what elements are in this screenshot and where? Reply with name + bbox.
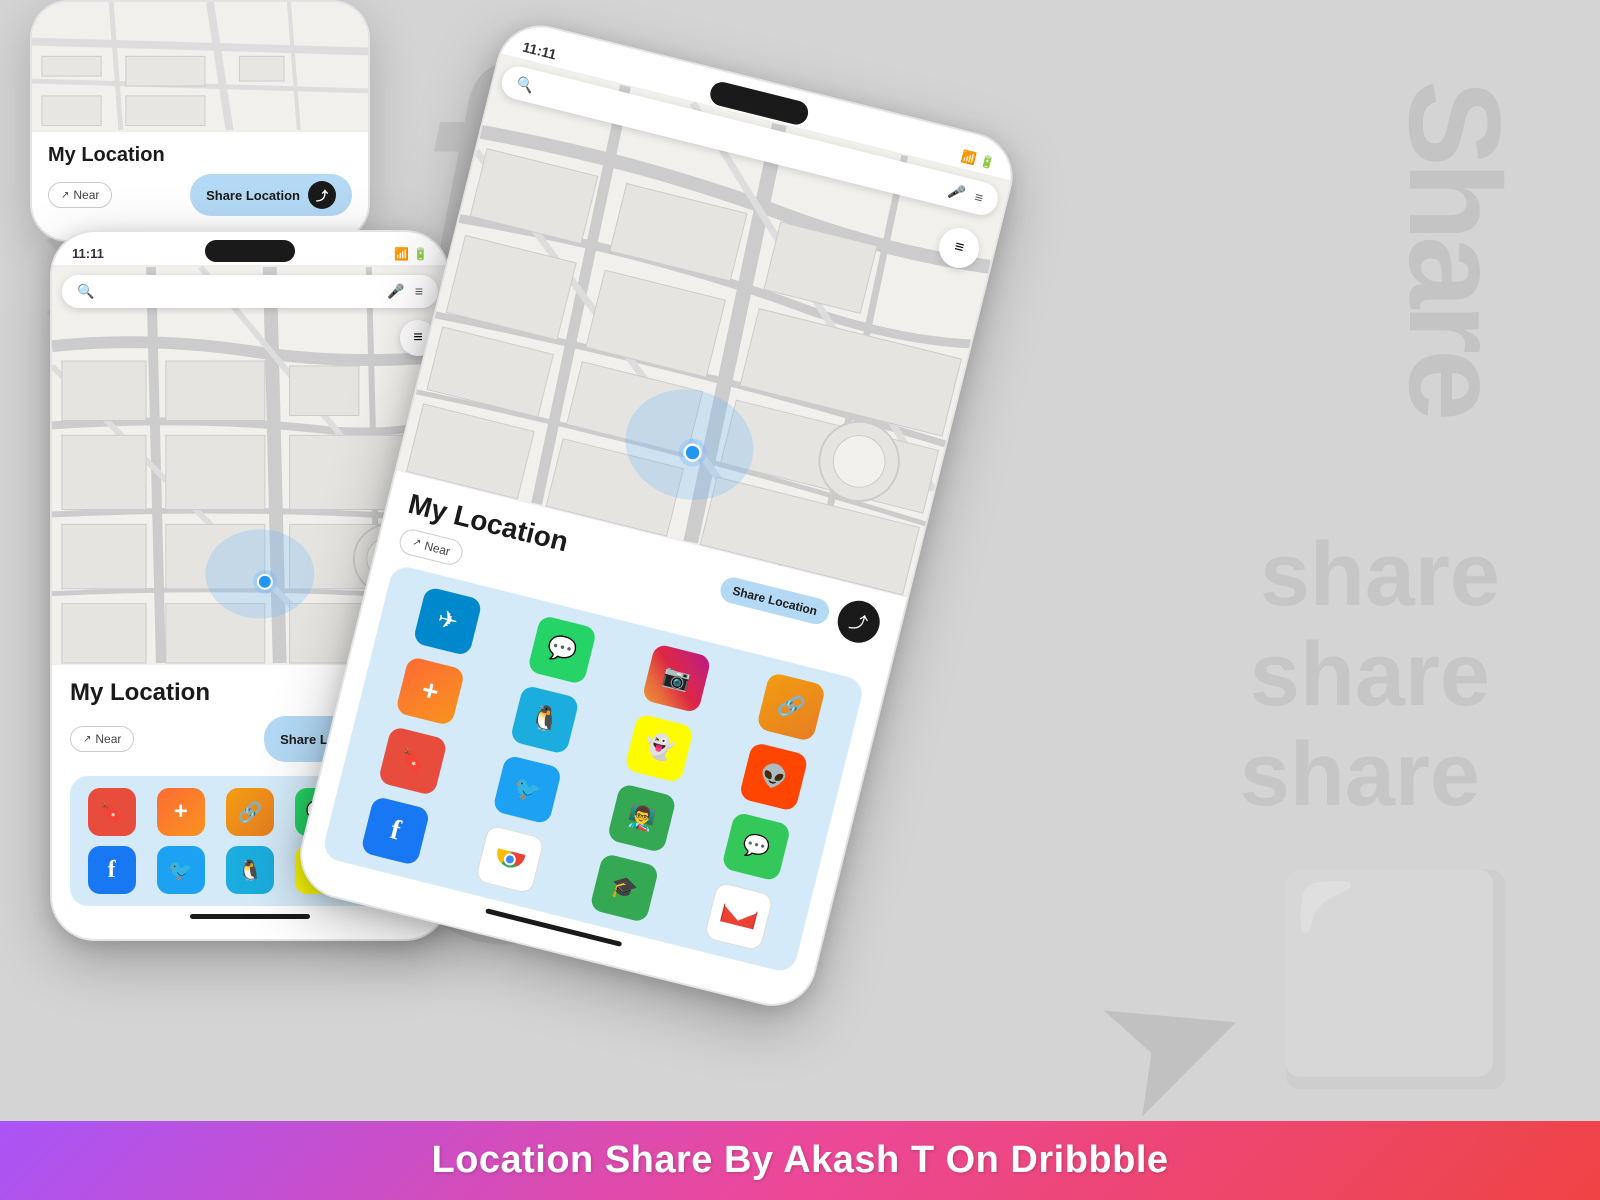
wm-share4: share: [1240, 730, 1480, 820]
near-button-small[interactable]: ↗ Near: [48, 182, 112, 208]
app-large-link[interactable]: 🔗: [756, 672, 826, 742]
wm-share2: share: [1260, 530, 1500, 620]
app-large-gmail[interactable]: [704, 881, 774, 951]
status-icons-large: 📶 🔋: [960, 149, 996, 171]
app-large-facebook[interactable]: f: [360, 796, 430, 866]
wm-arrow-bottom: ➤: [1083, 942, 1264, 1138]
my-location-title-small: My Location: [48, 144, 352, 166]
near-arrow-icon-med: ↗: [83, 734, 91, 745]
search-bar-medium[interactable]: 🔍 🎤 ≡: [62, 275, 438, 308]
battery-icon-large: 🔋: [978, 154, 996, 171]
share-location-btn-small[interactable]: Share Location ⤴: [190, 174, 352, 216]
wifi-icon-large: 📶: [960, 149, 978, 166]
mic-icon-large: 🎤: [946, 182, 967, 203]
app-large-instagram[interactable]: 📷: [642, 643, 712, 713]
app-large-bookmark[interactable]: 🔖: [378, 726, 448, 796]
app-large-messages[interactable]: 💬: [721, 811, 791, 881]
app-add[interactable]: +: [157, 788, 205, 836]
app-large-add[interactable]: +: [395, 656, 465, 726]
status-icons-medium: 📶 🔋: [394, 247, 428, 261]
app-link[interactable]: 🔗: [226, 788, 274, 836]
share-location-btn-large[interactable]: Share Location: [718, 575, 832, 627]
wifi-icon-medium: 📶: [394, 247, 409, 261]
near-button-medium[interactable]: ↗ Near: [70, 726, 134, 752]
app-large-telegram[interactable]: ✈: [413, 586, 483, 656]
map-area-small: [32, 2, 368, 132]
map-svg-small: [32, 2, 368, 130]
battery-icon-medium: 🔋: [413, 247, 428, 261]
menu-icon-large: ≡: [973, 188, 985, 206]
status-time-medium: 11:11: [72, 246, 104, 261]
app-large-classroom2[interactable]: 🎓: [589, 853, 659, 923]
phone-small-top: My Location ↗ Near Share Location ⤴: [30, 0, 370, 242]
app-twitter[interactable]: 🐦: [157, 846, 205, 894]
dynamic-island-medium: [205, 240, 295, 262]
footer-bar: Location Share By Akash T On Dribbble: [0, 1121, 1600, 1200]
share-icon-circle-small: ⤴: [308, 181, 336, 209]
status-time-large: 11:11: [521, 39, 558, 63]
app-large-snapchat[interactable]: 👻: [624, 713, 694, 783]
near-label-large: Near: [423, 539, 452, 559]
chrome-svg: [491, 840, 530, 879]
app-large-whatsapp[interactable]: 💬: [527, 614, 597, 684]
gmail-svg: [719, 900, 758, 933]
near-button-large[interactable]: ↗ Near: [397, 527, 466, 568]
mic-icon-medium: 🎤: [387, 283, 404, 300]
near-arrow-icon-large: ↗: [411, 537, 422, 550]
wm-share3: share: [1250, 630, 1490, 720]
share-icon-circle-large[interactable]: ⤴: [833, 596, 884, 647]
home-indicator-medium: [190, 914, 310, 919]
phone-large: 11:11 📶 🔋 🔍 🎤 ≡: [291, 16, 1022, 1015]
hamburger-icon-medium: ≡: [413, 329, 422, 347]
footer-text: Location Share By Akash T On Dribbble: [40, 1139, 1560, 1182]
search-icon-large: 🔍: [515, 74, 536, 95]
share-label-large: Share Location: [731, 584, 818, 619]
near-arrow-icon-small: ↗: [61, 190, 69, 201]
app-facebook[interactable]: f: [88, 846, 136, 894]
bottom-panel-small: My Location ↗ Near Share Location ⤴: [32, 132, 368, 240]
app-large-reddit[interactable]: 👽: [739, 741, 809, 811]
wm-share-vertical: Share: [1390, 80, 1520, 416]
near-label-small: Near: [73, 188, 99, 202]
hamburger-icon-large: ≡: [952, 238, 965, 258]
wm-instagram: ⬜: [1271, 880, 1520, 1080]
app-large-classroom[interactable]: 👨‍🏫: [607, 783, 677, 853]
app-bookmark[interactable]: 🔖: [88, 788, 136, 836]
search-icon-medium: 🔍: [77, 283, 94, 300]
app-large-qq[interactable]: 🐧: [510, 684, 580, 754]
share-label-small: Share Location: [206, 188, 300, 203]
app-large-twitter[interactable]: 🐦: [492, 754, 562, 824]
app-large-chrome[interactable]: [475, 824, 545, 894]
app-qq[interactable]: 🐧: [226, 846, 274, 894]
near-label-medium: Near: [95, 732, 121, 746]
menu-icon-medium: ≡: [415, 283, 423, 300]
action-row-small: ↗ Near Share Location ⤴: [48, 174, 352, 216]
